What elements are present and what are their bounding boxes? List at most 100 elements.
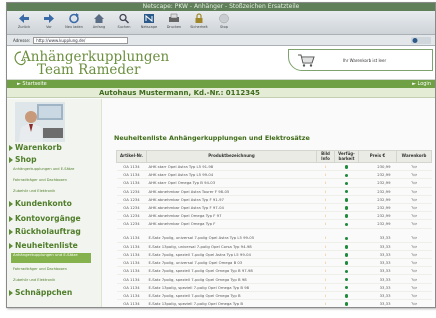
add-to-cart-icon[interactable] — [411, 261, 417, 265]
sidebar-item-rueckholauftrag[interactable]: Rückholauftrag — [9, 227, 81, 236]
info-link[interactable]: i — [316, 258, 335, 268]
print-button[interactable]: Drucken — [163, 13, 185, 29]
add-to-cart-icon[interactable] — [411, 253, 417, 257]
brand-subtitle: Team Rameder — [37, 62, 141, 78]
add-to-cart-icon[interactable] — [411, 173, 417, 177]
product-name[interactable]: E-Satz 13polig, speziell 7-polig Opel Om… — [146, 283, 317, 292]
search-button[interactable]: Suchen — [113, 13, 135, 29]
add-to-cart-cell[interactable] — [396, 258, 432, 268]
add-to-cart-icon[interactable] — [411, 286, 417, 290]
info-link[interactable]: i — [316, 242, 335, 251]
product-name[interactable]: E-Satz 7polig, speziell 7-polig Opel Ome… — [146, 291, 317, 301]
info-link[interactable]: i — [316, 162, 335, 172]
add-to-cart-icon[interactable] — [411, 189, 417, 194]
product-name[interactable]: AHK starr Opel Astra Typ L5 99-04 — [146, 170, 317, 180]
sidebar-subitem-neuheiten-zubehoer[interactable]: Zubehör und Elektronik — [13, 278, 93, 282]
add-to-cart-cell[interactable] — [396, 162, 432, 172]
add-to-cart-icon[interactable] — [411, 206, 417, 210]
product-name[interactable]: E-Satz 7polig, speziell 7-polig Opel Ome… — [146, 274, 317, 284]
info-link[interactable]: i — [316, 283, 335, 292]
add-to-cart-icon[interactable] — [411, 294, 417, 298]
add-to-cart-icon[interactable] — [411, 245, 417, 249]
info-link[interactable]: i — [316, 219, 335, 229]
product-name[interactable]: E-Satz 7polig, universal 7-polig Opel As… — [146, 234, 317, 243]
info-link[interactable]: i — [316, 187, 335, 196]
add-to-cart-icon[interactable] — [411, 277, 417, 282]
info-link[interactable]: i — [316, 195, 335, 204]
sidebar-item-warenkorb[interactable]: Warenkorb — [9, 143, 62, 152]
sidebar-item-schnaeppchen[interactable]: Schnäppchen — [9, 288, 72, 297]
url-field[interactable]: http://www.kupplung.de/ — [33, 36, 129, 44]
sidebar-subitem-shop-kupplungen[interactable]: Anhängerkupplungen und E-Sätze — [13, 167, 93, 171]
add-to-cart-icon[interactable] — [411, 302, 417, 306]
add-to-cart-icon[interactable] — [411, 236, 417, 240]
product-name[interactable]: E-Satz 7polig, universal 7-polig Opel Om… — [146, 258, 317, 268]
product-name[interactable]: E-Satz 7polig, speziell 7-polig Opel Ast… — [146, 250, 317, 260]
security-button[interactable]: Sicherheit — [188, 13, 210, 29]
add-to-cart-cell[interactable] — [396, 195, 432, 204]
add-to-cart-cell[interactable] — [396, 242, 432, 251]
info-link[interactable]: i — [316, 274, 335, 284]
sidebar-item-label: Warenkorb — [15, 143, 62, 152]
add-to-cart-cell[interactable] — [396, 266, 432, 276]
nav-login-link[interactable]: ► Login — [412, 81, 431, 87]
add-to-cart-icon[interactable] — [411, 214, 417, 218]
forward-button[interactable]: Vor — [38, 13, 60, 29]
info-link[interactable]: i — [316, 170, 335, 180]
content-area: Warenkorb Shop Anhängerkupplungen und E-… — [7, 99, 435, 307]
info-link[interactable]: i — [316, 211, 335, 221]
product-name[interactable]: AHK starr Opel Omega Typ B 94-03 — [146, 178, 317, 188]
add-to-cart-cell[interactable] — [396, 211, 432, 221]
sidebar-item-kunden[interactable]: Kundenkonto — [9, 199, 72, 208]
sidebar-item-neuheitenliste[interactable]: Neuheitenliste — [9, 241, 78, 250]
add-to-cart-cell[interactable] — [396, 219, 432, 229]
sidebar-subitem-neuheiten-kupplungen[interactable]: Anhängerkupplungen und E-Sätze — [11, 252, 91, 263]
sidebar-subitem-shop-zubehoer[interactable]: Zubehör und Elektronik — [13, 189, 93, 193]
add-to-cart-cell[interactable] — [396, 291, 432, 301]
add-to-cart-icon[interactable] — [411, 269, 417, 273]
sidebar-item-kontovorgaenge[interactable]: Kontovorgänge — [9, 214, 81, 223]
add-to-cart-cell[interactable] — [396, 299, 432, 307]
info-link[interactable]: i — [316, 178, 335, 188]
product-name[interactable]: AHK abnehmbar Opel Omega Typ F — [146, 219, 317, 229]
product-name[interactable]: AHK abnehmbar Opel Astra Typ F 91-97 — [146, 195, 317, 204]
back-button[interactable]: Zurück — [13, 13, 35, 29]
add-to-cart-icon[interactable] — [411, 198, 417, 202]
add-to-cart-cell[interactable] — [396, 250, 432, 260]
product-name[interactable]: E-Satz 7polig, speziell 7-polig Opel Ome… — [146, 266, 317, 276]
product-name[interactable]: AHK abnehmbar Opel Omega Typ F 97 — [146, 211, 317, 221]
product-name[interactable]: E-Satz 13polig, universal 7-polig Opel C… — [146, 242, 317, 251]
nav-home-link[interactable]: ► Startseite — [17, 81, 47, 87]
add-to-cart-cell[interactable] — [396, 203, 432, 213]
add-to-cart-icon[interactable] — [411, 165, 417, 169]
info-link[interactable]: i — [316, 234, 335, 243]
netscape-button[interactable]: Netscape — [138, 13, 160, 29]
article-number: OA 1234 — [116, 219, 147, 229]
add-to-cart-icon[interactable] — [411, 222, 417, 226]
cart-status-box[interactable]: Ihr Warenkorb ist leer — [288, 49, 433, 71]
stop-button[interactable]: Stop — [213, 13, 235, 29]
info-link[interactable]: i — [316, 250, 335, 260]
availability-cell — [334, 299, 359, 307]
add-to-cart-cell[interactable] — [396, 234, 432, 243]
home-button[interactable]: Anfang — [88, 13, 110, 29]
product-name[interactable]: AHK starr Opel Astra Typ L5 91-98 — [146, 162, 317, 172]
product-name[interactable]: AHK abnehmbar Opel Astra Typ F 97-04 — [146, 203, 317, 213]
reload-button[interactable]: Neu laden — [63, 13, 85, 29]
product-name[interactable]: E-Satz 13polig, speziell 7-polig Opel Om… — [146, 299, 317, 307]
info-link[interactable]: i — [316, 266, 335, 276]
add-to-cart-cell[interactable] — [396, 187, 432, 196]
add-to-cart-cell[interactable] — [396, 283, 432, 292]
sidebar-subitem-shop-fahrrad[interactable]: Fahrradträger und Dachboxen — [13, 178, 93, 182]
add-to-cart-cell[interactable] — [396, 170, 432, 180]
product-name[interactable]: AHK abnehmbar Opel Astra Tourer F 98-05 — [146, 187, 317, 196]
add-to-cart-cell[interactable] — [396, 178, 432, 188]
availability-cell — [334, 203, 359, 213]
info-link[interactable]: i — [316, 291, 335, 301]
info-link[interactable]: i — [316, 299, 335, 307]
sidebar-subitem-neuheiten-fahrrad[interactable]: Fahrradträger und Dachboxen — [13, 267, 93, 271]
info-link[interactable]: i — [316, 203, 335, 213]
sidebar-item-shop[interactable]: Shop — [9, 155, 37, 164]
add-to-cart-icon[interactable] — [411, 181, 417, 185]
add-to-cart-cell[interactable] — [396, 274, 432, 284]
